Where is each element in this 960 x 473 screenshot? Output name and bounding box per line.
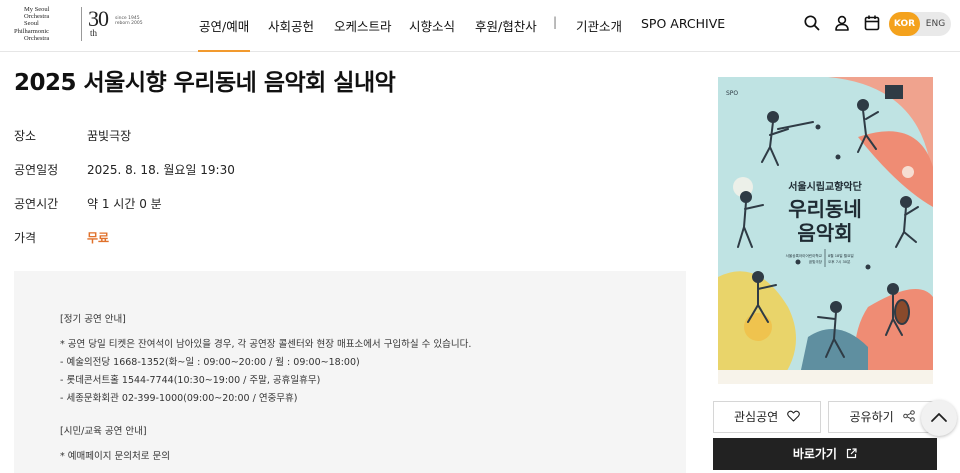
poster-venue-line1: 서울상록아이어린이학교 <box>786 253 823 258</box>
price-value: 무료 <box>87 231 110 245</box>
heart-icon <box>787 403 800 433</box>
svg-text:SPO: SPO <box>726 90 738 97</box>
nav-item-about[interactable]: 기관소개 <box>576 16 622 35</box>
nav-item-performance[interactable]: 공연/예매 <box>197 16 251 52</box>
info-label: 공연시간 <box>14 197 59 211</box>
nav-item-social[interactable]: 사회공헌 <box>268 16 314 35</box>
calendar-icon[interactable] <box>863 14 881 32</box>
notice-line: * 공연 당일 티켓은 잔여석이 남아있을 경우, 각 공연장 콜센터와 현장 … <box>60 339 472 350</box>
concert-poster: SPO 서울시립교향악단 우리동네 음악회 서울상록아이어린이학교 꿈빛극장 8… <box>718 77 933 384</box>
like-label: 관심공연 <box>734 410 779 424</box>
share-icon <box>902 403 915 433</box>
notice-line: - 예술의전당 1668-1352(화~일 : 09:00~20:00 / 월 … <box>60 357 360 368</box>
info-label: 장소 <box>14 129 37 143</box>
search-icon[interactable] <box>803 14 821 32</box>
poster-date-line2: 오후 7시 30분 <box>828 259 851 264</box>
notice-line: - 세종문화회관 02-399-1000(09:00~20:00 / 연중무휴) <box>60 393 298 404</box>
poster-org: 서울시립교향악단 <box>788 180 862 193</box>
logo-anniversary-number: 30 <box>88 6 109 31</box>
scroll-top-button[interactable] <box>921 400 957 436</box>
nav-item-sponsors[interactable]: 후원/협찬사 <box>475 16 537 35</box>
user-icon[interactable] <box>833 14 851 32</box>
info-value: 2025. 8. 18. 월요일 19:30 <box>87 163 235 177</box>
nav-item-orchestra[interactable]: 오케스트라 <box>334 16 392 35</box>
site-header: My Seoul Orchestra Seoul Philharmonic Or… <box>0 0 960 52</box>
go-label: 바로가기 <box>792 447 837 461</box>
poster-title-line1: 우리동네 <box>788 197 862 221</box>
chevron-up-icon <box>931 413 947 422</box>
notice-box: [정기 공연 안내] * 공연 당일 티켓은 잔여석이 남아있을 경우, 각 공… <box>14 271 686 473</box>
concert-title: 2025 서울시향 우리동네 음악회 실내악 <box>14 70 396 96</box>
poster-venue-line2: 꿈빛극장 <box>809 259 823 264</box>
poster-illustration: SPO 서울시립교향악단 우리동네 음악회 서울상록아이어린이학교 꿈빛극장 8… <box>718 77 933 384</box>
poster-title-line2: 음악회 <box>797 221 852 245</box>
logo-divider <box>81 7 82 41</box>
poster-date-line1: 8월 18일 월요일 <box>828 253 854 258</box>
nav-separator: | <box>553 15 558 29</box>
info-label: 공연일정 <box>14 163 59 177</box>
like-button[interactable]: 관심공연 <box>713 401 821 433</box>
logo-since: since 1945 reborn 2005 <box>115 16 143 26</box>
info-label: 가격 <box>14 231 37 245</box>
notice-line: - 롯데콘서트홀 1544-7744(10:30~19:00 / 주말, 공휴일… <box>60 375 321 386</box>
notice-line: * 예매페이지 문의처로 문의 <box>60 451 170 462</box>
nav-item-news[interactable]: 시향소식 <box>409 16 455 35</box>
share-button[interactable]: 공유하기 <box>828 401 936 433</box>
lang-kor-button[interactable]: KOR <box>889 12 920 36</box>
notice-heading: [정기 공연 안내] <box>60 314 126 325</box>
share-label: 공유하기 <box>849 410 894 424</box>
lang-eng-button[interactable]: ENG <box>920 12 951 36</box>
external-link-icon <box>846 439 857 471</box>
site-logo[interactable]: My Seoul Orchestra Seoul Philharmonic Or… <box>14 6 144 44</box>
info-value: 꿈빛극장 <box>87 129 132 143</box>
go-to-booking-button[interactable]: 바로가기 <box>713 438 937 470</box>
notice-heading: [시민/교육 공연 안내] <box>60 426 147 437</box>
logo-anniversary-suffix: th <box>90 28 98 38</box>
nav-item-archive[interactable]: SPO ARCHIVE <box>641 16 725 31</box>
language-switch: KOR ENG <box>889 12 951 36</box>
info-value: 약 1 시간 0 분 <box>87 197 162 211</box>
logo-wordmark: My Seoul Orchestra Seoul Philharmonic Or… <box>14 6 50 42</box>
